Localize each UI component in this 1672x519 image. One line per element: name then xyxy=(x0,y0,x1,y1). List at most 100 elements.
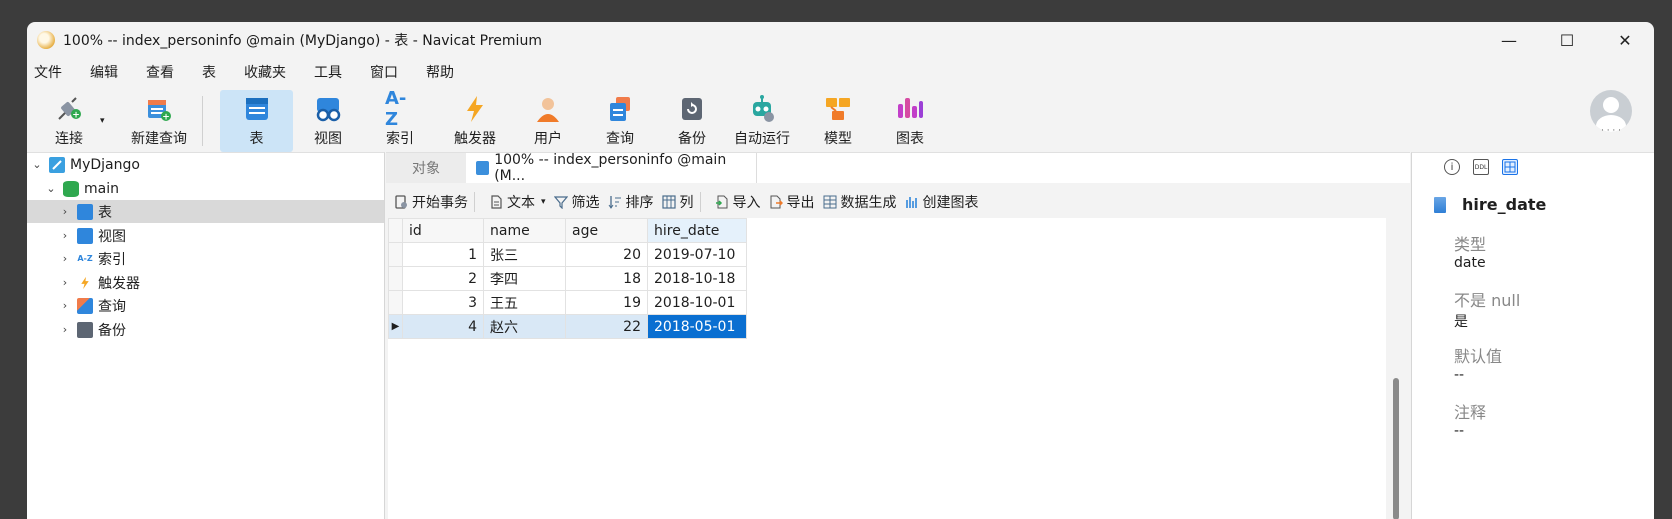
close-button[interactable]: ✕ xyxy=(1596,22,1654,58)
menu-window[interactable]: 窗口 xyxy=(363,62,405,82)
model-icon xyxy=(823,94,853,124)
cell-name[interactable]: 李四 xyxy=(483,266,566,291)
backup-icon xyxy=(77,321,93,338)
cell-id[interactable]: 2 xyxy=(402,266,484,291)
chevron-down-icon[interactable]: ▾ xyxy=(541,197,546,207)
menu-edit[interactable]: 编辑 xyxy=(83,62,125,82)
chevron-right-icon[interactable]: › xyxy=(57,299,73,312)
new-query-button[interactable]: + 新建查询 xyxy=(115,90,203,152)
query-button[interactable]: 查询 xyxy=(585,90,655,152)
default-label: 默认值 xyxy=(1454,347,1503,366)
columns-button[interactable]: 列 xyxy=(661,192,694,212)
tree-item-tables[interactable]: › 表 xyxy=(27,200,384,223)
chevron-down-icon[interactable]: ⌄ xyxy=(29,158,45,171)
create-chart-button[interactable]: 创建图表 xyxy=(905,192,979,212)
text-view-button[interactable]: 文本 ▾ xyxy=(489,192,546,212)
chevron-right-icon[interactable]: › xyxy=(57,276,73,289)
cell-id[interactable]: 4 xyxy=(402,314,484,339)
cell-hire-date[interactable]: 2018-10-18 xyxy=(647,266,747,291)
cell-age[interactable]: 22 xyxy=(565,314,648,339)
tree-item-triggers[interactable]: › 触发器 xyxy=(27,271,384,294)
automation-label: 自动运行 xyxy=(734,131,790,147)
tree-connection-mydjango[interactable]: ⌄ MyDjango xyxy=(27,153,384,176)
field-info-panel: i DDL hire_date 类型 date 不是 null 是 默认值 --… xyxy=(1411,152,1654,519)
field-name: hire_date xyxy=(1462,195,1547,214)
chevron-right-icon[interactable]: › xyxy=(57,323,73,336)
row-selector[interactable] xyxy=(388,266,403,291)
row-selector[interactable] xyxy=(388,290,403,315)
vertical-scrollbar[interactable] xyxy=(1393,378,1399,519)
table-button[interactable]: 表 xyxy=(220,90,293,152)
tree-item-backups[interactable]: › 备份 xyxy=(27,318,384,341)
connect-button[interactable]: + 连接 xyxy=(41,90,97,152)
import-button[interactable]: 导入 xyxy=(715,192,761,212)
export-button[interactable]: 导出 xyxy=(769,192,815,212)
tree-item-label: 索引 xyxy=(98,251,126,268)
ddl-icon[interactable]: DDL xyxy=(1473,159,1489,175)
cell-id[interactable]: 3 xyxy=(402,290,484,315)
sort-button[interactable]: 排序 xyxy=(608,192,654,212)
cell-age[interactable]: 20 xyxy=(565,242,648,267)
tree-database-main[interactable]: ⌄ main xyxy=(27,177,384,200)
menu-view[interactable]: 查看 xyxy=(139,62,181,82)
cell-age[interactable]: 18 xyxy=(565,266,648,291)
trigger-button[interactable]: 触发器 xyxy=(440,90,510,152)
tree-item-indexes[interactable]: › A-Z 索引 xyxy=(27,247,384,270)
window-title: 100% -- index_personinfo @main (MyDjango… xyxy=(63,33,542,49)
navicat-app-icon xyxy=(37,31,55,49)
table-row-selected[interactable]: ▶ 4 赵六 22 2018-05-01 xyxy=(388,314,747,339)
minimize-button[interactable]: — xyxy=(1480,22,1538,58)
cell-hire-date[interactable]: 2019-07-10 xyxy=(647,242,747,267)
tab-bar: 对象 100% -- index_personinfo @main (M... xyxy=(386,152,1410,184)
data-generation-button[interactable]: 数据生成 xyxy=(823,192,897,212)
menu-tools[interactable]: 工具 xyxy=(307,62,349,82)
tree-item-views[interactable]: › 视图 xyxy=(27,224,384,247)
cell-name[interactable]: 张三 xyxy=(483,242,566,267)
row-selector[interactable] xyxy=(388,242,403,267)
cell-hire-date[interactable]: 2018-10-01 xyxy=(647,290,747,315)
menu-table[interactable]: 表 xyxy=(195,62,223,82)
backup-button[interactable]: 备份 xyxy=(657,90,727,152)
field-details-icon[interactable] xyxy=(1502,159,1518,175)
menu-favorites[interactable]: 收藏夹 xyxy=(237,62,293,82)
model-button[interactable]: 模型 xyxy=(803,90,873,152)
begin-transaction-button[interactable]: 开始事务 xyxy=(394,192,468,212)
info-icon[interactable]: i xyxy=(1444,159,1460,175)
table-row[interactable]: 1 张三 20 2019-07-10 xyxy=(388,242,747,267)
user-button[interactable]: 用户 xyxy=(513,90,583,152)
current-row-marker-icon[interactable]: ▶ xyxy=(388,314,403,339)
view-button[interactable]: 视图 xyxy=(293,90,363,152)
chart-button[interactable]: 图表 xyxy=(875,90,945,152)
chevron-right-icon[interactable]: › xyxy=(57,252,73,265)
tree-item-label: 触发器 xyxy=(98,275,140,292)
cell-name[interactable]: 赵六 xyxy=(483,314,566,339)
cell-age[interactable]: 19 xyxy=(565,290,648,315)
maximize-button[interactable]: ☐ xyxy=(1538,22,1596,58)
menu-help[interactable]: 帮助 xyxy=(419,62,461,82)
sort-icon xyxy=(608,195,622,209)
cell-hire-date-focused[interactable]: 2018-05-01 xyxy=(647,314,747,339)
connect-dropdown-caret[interactable]: ▾ xyxy=(100,116,105,126)
cell-id[interactable]: 1 xyxy=(402,242,484,267)
tree-item-label: 查询 xyxy=(98,298,126,315)
column-header-age[interactable]: age xyxy=(565,218,648,243)
tab-objects[interactable]: 对象 xyxy=(386,153,466,183)
table-row[interactable]: 2 李四 18 2018-10-18 xyxy=(388,266,747,291)
chevron-down-icon[interactable]: ⌄ xyxy=(43,182,59,195)
tree-item-queries[interactable]: › 查询 xyxy=(27,294,384,317)
tree-item-label: 表 xyxy=(98,204,112,221)
table-icon xyxy=(242,94,272,124)
index-button[interactable]: A-Z 索引 xyxy=(365,88,435,152)
automation-button[interactable]: 自动运行 xyxy=(727,90,797,152)
tab-table-data[interactable]: 100% -- index_personinfo @main (M... xyxy=(466,152,756,184)
column-header-id[interactable]: id xyxy=(402,218,484,243)
chevron-right-icon[interactable]: › xyxy=(57,205,73,218)
table-row[interactable]: 3 王五 19 2018-10-01 xyxy=(388,290,747,315)
cell-name[interactable]: 王五 xyxy=(483,290,566,315)
chevron-right-icon[interactable]: › xyxy=(57,229,73,242)
view-icon xyxy=(77,227,93,244)
filter-button[interactable]: 筛选 xyxy=(553,192,600,212)
column-header-hire-date[interactable]: hire_date xyxy=(647,218,747,243)
menu-file[interactable]: 文件 xyxy=(27,62,69,82)
column-header-name[interactable]: name xyxy=(483,218,566,243)
